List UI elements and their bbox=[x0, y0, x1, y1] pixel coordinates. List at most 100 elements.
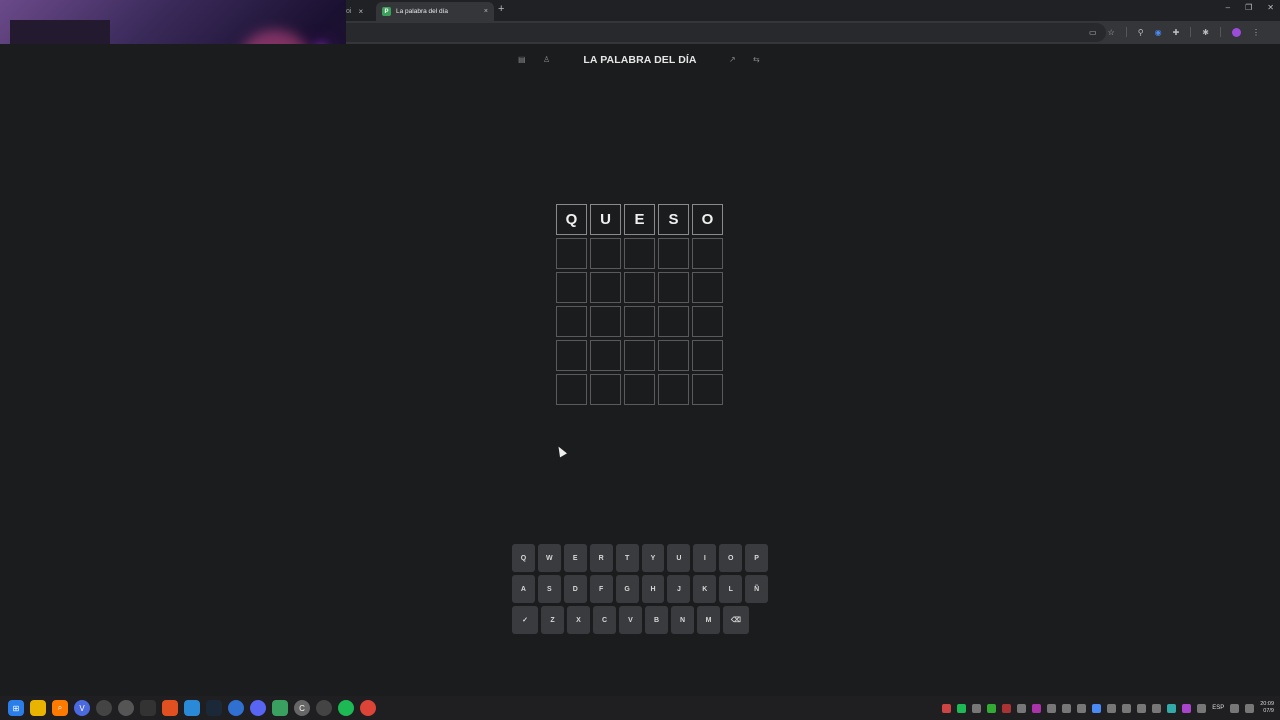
volume-icon[interactable] bbox=[1245, 703, 1255, 713]
tray-icon[interactable] bbox=[1017, 703, 1027, 713]
discord-icon[interactable] bbox=[250, 700, 266, 716]
tab-title: La palabra del día bbox=[396, 8, 449, 15]
key-c[interactable]: C bbox=[593, 606, 616, 634]
stats-icon[interactable]: ↗ bbox=[729, 55, 736, 64]
tab-previous[interactable]: oi × bbox=[346, 4, 374, 18]
key-y[interactable]: Y bbox=[641, 544, 665, 572]
key-z[interactable]: Z bbox=[541, 606, 564, 634]
close-icon[interactable]: × bbox=[358, 7, 363, 16]
key-k[interactable]: K bbox=[693, 575, 717, 603]
key-o[interactable]: O bbox=[719, 544, 743, 572]
key-enye[interactable]: Ñ bbox=[745, 575, 769, 603]
tray-icon[interactable] bbox=[1182, 703, 1192, 713]
file-explorer-icon[interactable] bbox=[30, 700, 46, 716]
board-cell bbox=[692, 340, 723, 371]
key-a[interactable]: A bbox=[512, 575, 535, 603]
app-icon[interactable] bbox=[316, 700, 332, 716]
search-icon[interactable]: ⌕ bbox=[52, 700, 68, 716]
tray-icon[interactable] bbox=[987, 703, 997, 713]
tray-icon[interactable] bbox=[1032, 703, 1042, 713]
clock[interactable]: 20:09 07/9 bbox=[1260, 701, 1274, 715]
key-q[interactable]: Q bbox=[512, 544, 535, 572]
tray-icon[interactable] bbox=[1107, 703, 1117, 713]
menu-icon[interactable]: ⋮ bbox=[1252, 28, 1260, 37]
key-d[interactable]: D bbox=[563, 575, 587, 603]
tray-icon[interactable] bbox=[1047, 703, 1057, 713]
app-icon[interactable]: C bbox=[294, 700, 310, 716]
tray-icon[interactable] bbox=[1122, 703, 1132, 713]
chrome-icon[interactable] bbox=[360, 700, 376, 716]
steam-icon[interactable] bbox=[206, 700, 222, 716]
key-h[interactable]: H bbox=[641, 575, 665, 603]
tray-icon[interactable] bbox=[1062, 703, 1072, 713]
tray-icon[interactable] bbox=[1167, 703, 1177, 713]
tray-icon[interactable] bbox=[1137, 703, 1147, 713]
cast-icon[interactable]: ▭ bbox=[1089, 28, 1097, 37]
board-cell bbox=[624, 306, 655, 337]
tray-icon[interactable] bbox=[1092, 703, 1102, 713]
key-s[interactable]: S bbox=[537, 575, 561, 603]
key-m[interactable]: M bbox=[697, 606, 720, 634]
key-j[interactable]: J bbox=[667, 575, 691, 603]
close-icon[interactable]: × bbox=[484, 8, 488, 15]
key-v[interactable]: V bbox=[619, 606, 642, 634]
key-u[interactable]: U bbox=[667, 544, 691, 572]
board-cell: U bbox=[590, 204, 621, 235]
board-cell: S bbox=[658, 204, 689, 235]
bookmark-star-icon[interactable]: ☆ bbox=[1108, 28, 1115, 37]
key-t[interactable]: T bbox=[615, 544, 639, 572]
tray-icon[interactable] bbox=[1197, 703, 1207, 713]
extension-icon[interactable]: ⚲ bbox=[1138, 28, 1144, 37]
app-icon[interactable] bbox=[96, 700, 112, 716]
app-icon[interactable] bbox=[228, 700, 244, 716]
key-x[interactable]: X bbox=[567, 606, 590, 634]
key-i[interactable]: I bbox=[693, 544, 717, 572]
puzzle-icon[interactable]: ✚ bbox=[1173, 28, 1180, 37]
minimize-icon[interactable]: – bbox=[1226, 3, 1230, 12]
divider bbox=[1190, 27, 1192, 37]
app-icon[interactable] bbox=[272, 700, 288, 716]
tray-icon[interactable] bbox=[972, 703, 982, 713]
spotify-icon[interactable] bbox=[338, 700, 354, 716]
network-icon[interactable] bbox=[1230, 703, 1240, 713]
board-cell bbox=[590, 306, 621, 337]
extension-icon[interactable]: ◉ bbox=[1155, 28, 1162, 37]
app-icon[interactable] bbox=[184, 700, 200, 716]
key-b[interactable]: B bbox=[645, 606, 668, 634]
app-icon[interactable] bbox=[140, 700, 156, 716]
board-cell bbox=[556, 340, 587, 371]
tray-icon[interactable] bbox=[1077, 703, 1087, 713]
keyboard-row: QWERTYUIOP bbox=[512, 544, 769, 572]
start-icon[interactable]: ⊞ bbox=[8, 700, 24, 716]
key-r[interactable]: R bbox=[589, 544, 613, 572]
game-header: ▤ ♙ LA PALABRA DEL DÍA ↗ ⇆ bbox=[510, 48, 770, 72]
enter-key[interactable]: ✓ bbox=[512, 606, 538, 634]
app-icon[interactable] bbox=[118, 700, 134, 716]
key-w[interactable]: W bbox=[537, 544, 561, 572]
backspace-key[interactable]: ⌫ bbox=[723, 606, 749, 634]
tab-strip: oi × P La palabra del día × + – ❐ ✕ bbox=[346, 0, 1280, 21]
profile-avatar[interactable] bbox=[1232, 27, 1241, 37]
app-icon[interactable] bbox=[162, 700, 178, 716]
close-window-icon[interactable]: ✕ bbox=[1267, 3, 1274, 12]
key-g[interactable]: G bbox=[615, 575, 639, 603]
tab-active[interactable]: P La palabra del día × bbox=[376, 2, 494, 21]
language-indicator[interactable]: ESP bbox=[1212, 705, 1224, 711]
tray-icon[interactable] bbox=[1002, 703, 1012, 713]
bookmarks-icon[interactable]: ✱ bbox=[1202, 28, 1209, 37]
key-n[interactable]: N bbox=[671, 606, 694, 634]
key-p[interactable]: P bbox=[745, 544, 769, 572]
restore-icon[interactable]: ❐ bbox=[1245, 3, 1252, 12]
tray-icon[interactable] bbox=[957, 703, 967, 713]
divider bbox=[1125, 27, 1127, 37]
key-f[interactable]: F bbox=[589, 575, 613, 603]
address-bar[interactable] bbox=[346, 23, 1106, 42]
tray-icon[interactable] bbox=[942, 703, 952, 713]
app-icon[interactable]: V bbox=[74, 700, 90, 716]
key-l[interactable]: L bbox=[719, 575, 743, 603]
settings-icon[interactable]: ⇆ bbox=[753, 55, 760, 64]
key-e[interactable]: E bbox=[563, 544, 587, 572]
tray-icon[interactable] bbox=[1152, 703, 1162, 713]
board-cell bbox=[658, 306, 689, 337]
new-tab-button[interactable]: + bbox=[498, 3, 504, 15]
